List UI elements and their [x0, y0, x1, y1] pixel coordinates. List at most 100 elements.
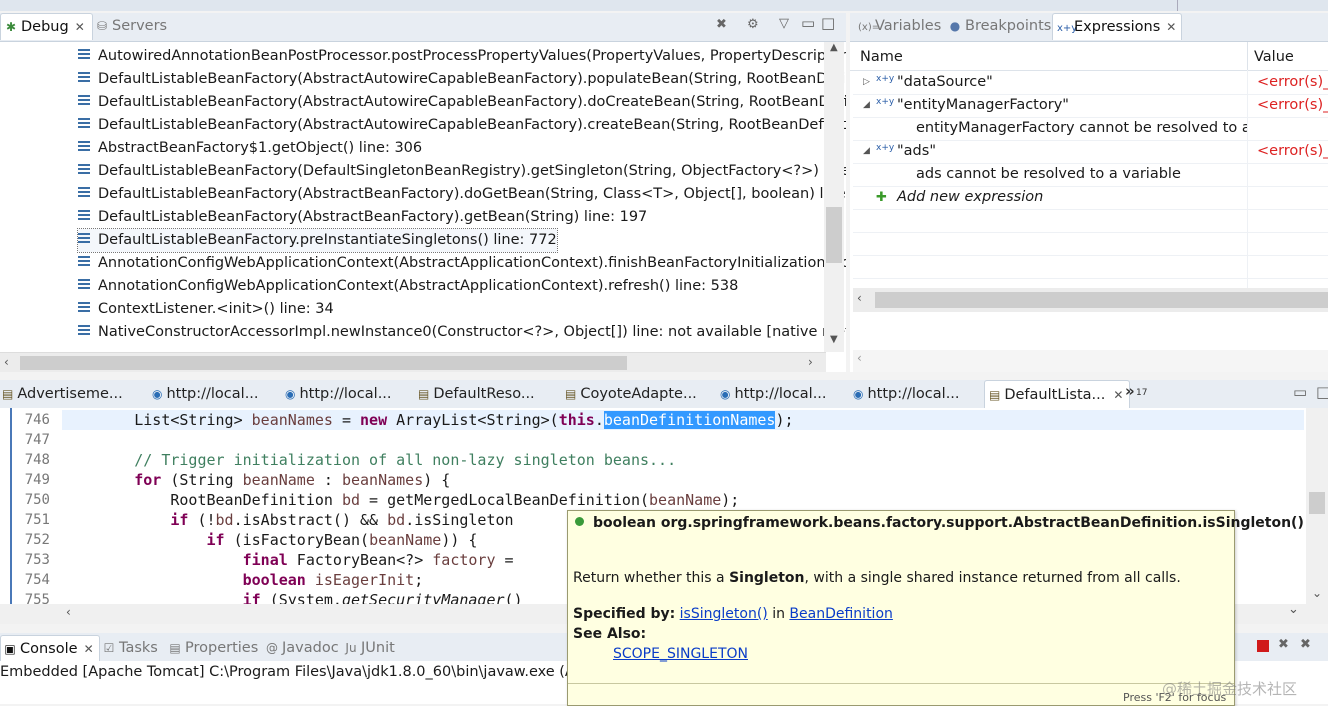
tab-expressions[interactable]: x+yExpressions ✕	[1052, 13, 1182, 40]
expand-arrow-icon[interactable]: ▷	[863, 71, 870, 94]
overflow-tabs-icon[interactable]: »	[1125, 382, 1135, 400]
stack-frame[interactable]: DefaultListableBeanFactory(DefaultSingle…	[78, 160, 846, 183]
remove-all-terminated-icon[interactable]: ✖	[1300, 637, 1311, 652]
expression-row[interactable]: entityManagerFactory cannot be resolved …	[853, 117, 1328, 141]
editor-tab[interactable]: ◉ http://local...	[853, 380, 960, 408]
line-number: 746	[24, 412, 50, 428]
expressions-horizontal-scrollbar[interactable]: ‹	[853, 288, 1328, 312]
stack-frame[interactable]: DefaultListableBeanFactory(AbstractAutow…	[78, 91, 846, 114]
scroll-down-arrow-icon[interactable]: ⌄	[1312, 586, 1322, 600]
stack-frame[interactable]: DefaultListableBeanFactory(AbstractBeanF…	[78, 183, 846, 206]
stack-frame[interactable]: AnnotationConfigWebApplicationContext(Ab…	[78, 252, 846, 275]
tab-debug[interactable]: ✱ Debug ✕	[0, 13, 93, 40]
console-icon: ▣	[4, 642, 16, 656]
scroll-down-arrow-icon[interactable]: ⌄	[1288, 602, 1299, 617]
scroll-left-arrow-icon[interactable]: ‹	[4, 355, 9, 369]
bug-icon: ✱	[5, 20, 17, 34]
editor-tab[interactable]: ▤ Advertiseme...	[2, 380, 123, 408]
stack-frame[interactable]: DefaultListableBeanFactory(AbstractAutow…	[78, 68, 846, 91]
expression-name: "dataSource"	[897, 74, 993, 90]
expression-row[interactable]: ▷ x+y"dataSource" <error(s)_d	[853, 71, 1328, 95]
stack-horizontal-scrollbar[interactable]: ‹ ›	[0, 352, 826, 372]
stack-frame[interactable]: AutowiredAnnotationBeanPostProcessor.pos…	[78, 45, 846, 68]
code-line-753: final FactoryBean<?> factory =	[242, 551, 514, 569]
overflow-tabs-count[interactable]: 17	[1136, 388, 1147, 398]
column-name-header[interactable]: Name	[860, 49, 903, 65]
globe-icon: ◉	[720, 387, 731, 401]
editor-tab[interactable]: ◉ http://local...	[152, 380, 259, 408]
close-icon[interactable]: ✕	[1113, 388, 1123, 402]
globe-icon: ◉	[853, 387, 864, 401]
stack-frame[interactable]: DefaultListableBeanFactory.preInstantiat…	[77, 228, 558, 253]
tab-servers[interactable]: ⛁ Servers	[95, 13, 185, 39]
tab-junit[interactable]: Ju JUnit	[344, 635, 394, 661]
column-value-header[interactable]: Value	[1254, 49, 1294, 65]
editor-tab[interactable]: ▤ CoyoteAdapte...	[565, 380, 697, 408]
servers-icon: ⛁	[96, 19, 108, 33]
editor-vertical-scrollbar[interactable]: ⌄	[1306, 408, 1328, 606]
expression-icon: x+y	[876, 97, 895, 107]
remove-launch-icon[interactable]: ✖	[1278, 637, 1289, 652]
minimize-icon[interactable]: ▭	[801, 14, 815, 32]
stack-vertical-scrollbar[interactable]: ▲ ▼	[824, 42, 844, 352]
tab-variables[interactable]: (x)=Variables	[858, 13, 948, 39]
scroll-down-arrow-icon[interactable]: ▼	[830, 334, 838, 345]
tab-console[interactable]: ▣ Console ✕	[0, 635, 100, 662]
editor-tab[interactable]: ◉ http://local...	[720, 380, 827, 408]
tab-properties[interactable]: ▤ Properties	[168, 635, 258, 661]
scroll-left-arrow-icon[interactable]: ‹	[857, 351, 862, 365]
tab-tasks[interactable]: ☑ Tasks	[102, 635, 158, 661]
expression-name: "entityManagerFactory"	[897, 97, 1069, 113]
expression-row[interactable]: ◢ x+y"entityManagerFactory" <error(s)_d	[853, 94, 1328, 118]
scroll-thumb-horizontal[interactable]	[875, 292, 1328, 308]
collapse-arrow-icon[interactable]: ◢	[863, 94, 870, 117]
expression-row[interactable]: ◢ x+y"ads" <error(s)_d	[853, 140, 1328, 164]
stack-frame[interactable]: AnnotationConfigWebApplicationContext(Ab…	[78, 275, 738, 298]
interface-link[interactable]: BeanDefinition	[789, 606, 892, 622]
line-number: 750	[24, 492, 50, 508]
stack-frame[interactable]: AbstractBeanFactory$1.getObject() line: …	[78, 137, 422, 160]
view-menu-icon[interactable]: ▽	[779, 16, 789, 31]
tab-breakpoints[interactable]: ● Breakpoints	[948, 13, 1052, 39]
tab-javadoc[interactable]: @ Javadoc	[265, 635, 339, 661]
scroll-thumb-horizontal[interactable]	[20, 356, 627, 370]
public-method-icon	[575, 517, 584, 526]
stack-frame-icon	[78, 256, 90, 268]
specified-by-link[interactable]: isSingleton()	[680, 606, 768, 622]
scroll-right-arrow-icon[interactable]: ›	[808, 355, 813, 369]
expression-row[interactable]: ✚ Add new expression	[853, 186, 1328, 210]
expressions-bottom-bar: ‹	[853, 350, 1328, 372]
column-divider[interactable]	[1247, 42, 1248, 70]
stack-frame[interactable]: NativeConstructorAccessorImpl.newInstanc…	[78, 321, 846, 344]
see-also-link[interactable]: SCOPE_SINGLETON	[613, 646, 748, 662]
scroll-thumb[interactable]	[826, 207, 842, 263]
maximize-icon[interactable]: □	[821, 14, 835, 32]
close-icon[interactable]: ✕	[75, 20, 85, 34]
editor-tab[interactable]: ▤ DefaultLista... ✕	[984, 380, 1131, 409]
editor-tab[interactable]: ◉ http://local...	[285, 380, 392, 408]
scroll-left-arrow-icon[interactable]: ‹	[857, 291, 862, 305]
stack-frame[interactable]: DefaultListableBeanFactory(AbstractBeanF…	[78, 206, 647, 229]
remove-terminated-icon[interactable]: ✖	[716, 17, 727, 32]
add-new-expression[interactable]: Add new expression	[897, 186, 1043, 209]
minimize-icon[interactable]: ▭	[1293, 383, 1307, 401]
close-icon[interactable]: ✕	[1166, 20, 1176, 34]
line-number: 747	[24, 432, 50, 448]
maximize-icon[interactable]: □	[1316, 383, 1328, 401]
stack-frame[interactable]: ContextListener.<init>() line: 34	[78, 298, 334, 321]
close-icon[interactable]: ✕	[84, 642, 94, 656]
stack-frame[interactable]: DefaultListableBeanFactory(AbstractAutow…	[78, 114, 846, 137]
code-line-754: boolean isEagerInit;	[242, 571, 424, 589]
collapse-arrow-icon[interactable]: ◢	[863, 140, 870, 163]
editor-tab[interactable]: ▤ DefaultReso...	[418, 380, 535, 408]
stack-frame-icon	[78, 141, 90, 153]
scroll-up-arrow-icon[interactable]: ▲	[830, 42, 838, 53]
scroll-thumb[interactable]	[1309, 492, 1325, 514]
threads-icon[interactable]: ⚙	[747, 17, 759, 32]
variables-icon: (x)=	[858, 22, 881, 33]
hover-divider	[568, 683, 1234, 684]
expression-row[interactable]: ads cannot be resolved to a variable	[853, 163, 1328, 187]
scroll-left-arrow-icon[interactable]: ‹	[66, 605, 71, 619]
terminate-icon[interactable]	[1257, 640, 1269, 652]
javadoc-hover-popup[interactable]: boolean org.springframework.beans.factor…	[567, 510, 1304, 706]
